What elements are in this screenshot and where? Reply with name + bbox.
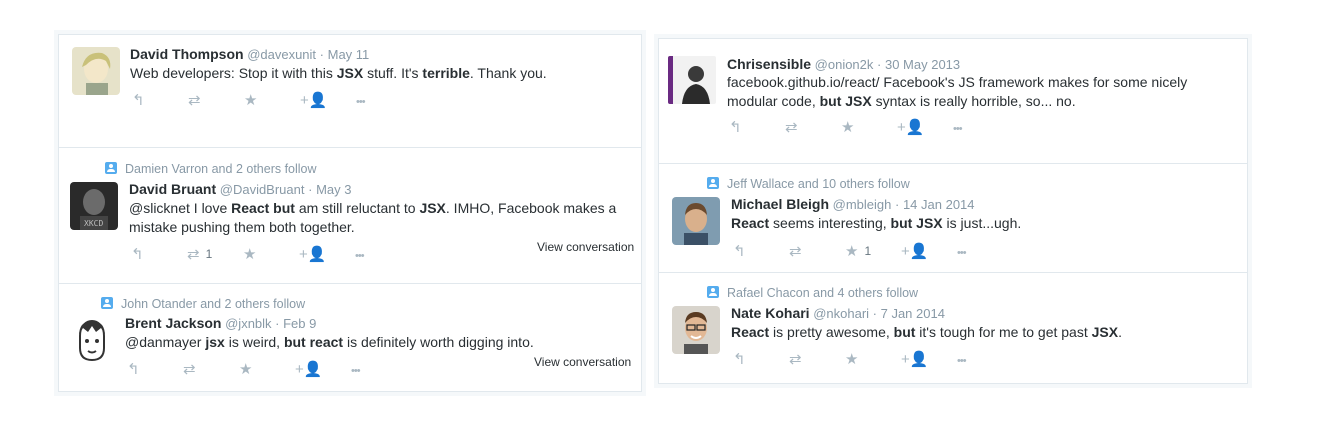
reply-icon[interactable]: ↰ xyxy=(733,351,789,369)
tweet-text: @danmayer jsx is weird, but react is def… xyxy=(125,334,534,350)
reply-icon[interactable]: ↰ xyxy=(132,92,188,110)
avatar[interactable] xyxy=(68,316,116,364)
social-context: Jeff Wallace and 10 others follow xyxy=(707,177,910,191)
avatar[interactable]: XKCD xyxy=(70,182,118,230)
tweet-michael-bleigh[interactable]: Jeff Wallace and 10 others follow Michae… xyxy=(659,163,1247,274)
tweet-brent-jackson[interactable]: John Otander and 2 others follow Brent J… xyxy=(59,283,641,394)
tweet-actions: ↰ ⇄ 1 ★ +👤 ••• xyxy=(131,245,411,263)
retweet-icon[interactable]: ⇄ xyxy=(188,92,244,110)
timestamp[interactable]: · 7 Jan 2014 xyxy=(873,306,945,321)
favorite-icon[interactable]: ★ xyxy=(244,92,300,110)
avatar[interactable] xyxy=(672,306,720,354)
right-tweet-panel: Chrisensible @onion2k · 30 May 2013 face… xyxy=(658,38,1248,384)
avatar[interactable] xyxy=(668,56,716,104)
username[interactable]: @DavidBruant xyxy=(220,182,305,197)
follow-context-icon xyxy=(105,162,117,174)
follow-context-icon xyxy=(101,297,113,309)
view-conversation-link[interactable]: View conversation xyxy=(534,355,631,369)
timestamp[interactable]: · 14 Jan 2014 xyxy=(895,197,975,212)
reply-icon[interactable]: ↰ xyxy=(729,119,785,137)
tweet-text: React is pretty awesome, but it's tough … xyxy=(731,324,1122,340)
retweet-button[interactable]: ⇄ 1 xyxy=(187,245,243,263)
reply-icon[interactable]: ↰ xyxy=(733,243,789,261)
tweet-chrisensible[interactable]: Chrisensible @onion2k · 30 May 2013 face… xyxy=(659,39,1247,151)
tweet-actions: ↰ ⇄ ★ +👤 ••• xyxy=(733,351,1013,369)
timestamp[interactable]: · May 3 xyxy=(308,182,351,197)
tweet-david-bruant[interactable]: Damien Varron and 2 others follow XKCD D… xyxy=(59,147,641,268)
retweet-count: 1 xyxy=(205,247,213,261)
fullname[interactable]: Michael Bleigh xyxy=(731,196,829,212)
more-icon[interactable]: ••• xyxy=(957,244,1013,262)
follow-icon[interactable]: +👤 xyxy=(897,119,953,137)
tweet-text: facebook.github.io/react/ Facebook's JS … xyxy=(727,74,1188,109)
favorite-count: 1 xyxy=(864,244,872,258)
view-conversation-link[interactable]: View conversation xyxy=(537,240,634,254)
left-tweet-panel: David Thompson @davexunit · May 11 Web d… xyxy=(58,34,642,392)
timestamp[interactable]: · Feb 9 xyxy=(275,316,316,331)
social-context: Damien Varron and 2 others follow xyxy=(105,162,317,176)
more-icon[interactable]: ••• xyxy=(953,120,1009,138)
more-icon[interactable]: ••• xyxy=(351,362,407,380)
retweet-icon[interactable]: ⇄ xyxy=(183,361,239,379)
avatar-image xyxy=(68,316,116,364)
favorite-icon: ★ xyxy=(845,243,859,260)
tweet-text: React seems interesting, but JSX is just… xyxy=(731,215,1022,231)
avatar-image xyxy=(72,47,120,95)
follow-icon[interactable]: +👤 xyxy=(901,351,957,369)
follow-icon[interactable]: +👤 xyxy=(299,246,355,264)
favorite-button[interactable]: ★ 1 xyxy=(845,242,901,260)
social-context: Rafael Chacon and 4 others follow xyxy=(707,286,918,300)
fullname[interactable]: David Thompson xyxy=(130,46,244,62)
follow-context-icon xyxy=(707,286,719,298)
timestamp[interactable]: · May 11 xyxy=(320,47,370,62)
favorite-icon[interactable]: ★ xyxy=(841,119,897,137)
retweet-icon[interactable]: ⇄ xyxy=(785,119,841,137)
favorite-icon[interactable]: ★ xyxy=(243,246,299,264)
tweet-text: @slicknet I love React but am still relu… xyxy=(129,200,617,235)
username[interactable]: @nkohari xyxy=(813,306,869,321)
avatar[interactable] xyxy=(672,197,720,245)
avatar-image: XKCD xyxy=(70,182,118,230)
svg-text:XKCD: XKCD xyxy=(84,219,103,228)
username[interactable]: @jxnblk xyxy=(225,316,271,331)
avatar-image xyxy=(672,197,720,245)
tweet-actions: ↰ ⇄ ★ +👤 ••• xyxy=(127,361,407,379)
more-icon[interactable]: ••• xyxy=(355,247,411,265)
reply-icon[interactable]: ↰ xyxy=(127,361,183,379)
retweet-icon[interactable]: ⇄ xyxy=(789,351,845,369)
fullname[interactable]: Chrisensible xyxy=(727,56,811,72)
follow-icon[interactable]: +👤 xyxy=(901,243,957,261)
follow-context-icon xyxy=(707,177,719,189)
favorite-icon[interactable]: ★ xyxy=(239,361,295,379)
favorite-icon[interactable]: ★ xyxy=(845,351,901,369)
follow-icon[interactable]: +👤 xyxy=(300,92,356,110)
username[interactable]: @davexunit xyxy=(247,47,316,62)
avatar-image xyxy=(668,56,716,104)
avatar-image xyxy=(672,306,720,354)
tweet-actions: ↰ ⇄ ★ 1 +👤 ••• xyxy=(733,242,1013,260)
fullname[interactable]: David Bruant xyxy=(129,181,216,197)
avatar[interactable] xyxy=(72,47,120,95)
follow-icon[interactable]: +👤 xyxy=(295,361,351,379)
social-context: John Otander and 2 others follow xyxy=(101,297,305,311)
tweet-nate-kohari[interactable]: Rafael Chacon and 4 others follow Nate K… xyxy=(659,272,1247,383)
retweet-icon[interactable]: ⇄ xyxy=(789,243,845,261)
tweet-actions: ↰ ⇄ ★ +👤 ••• xyxy=(729,119,1009,137)
tweet-text: Web developers: Stop it with this JSX st… xyxy=(130,65,547,81)
more-icon[interactable]: ••• xyxy=(356,93,412,111)
username[interactable]: @mbleigh xyxy=(833,197,892,212)
tweet-actions: ↰ ⇄ ★ +👤 ••• xyxy=(132,92,412,110)
username[interactable]: @onion2k xyxy=(815,57,874,72)
fullname[interactable]: Brent Jackson xyxy=(125,315,221,331)
tweet-david-thompson[interactable]: David Thompson @davexunit · May 11 Web d… xyxy=(59,35,641,125)
reply-icon[interactable]: ↰ xyxy=(131,246,187,264)
retweet-icon: ⇄ xyxy=(187,246,200,263)
more-icon[interactable]: ••• xyxy=(957,352,1013,370)
timestamp[interactable]: · 30 May 2013 xyxy=(877,57,960,72)
fullname[interactable]: Nate Kohari xyxy=(731,305,810,321)
